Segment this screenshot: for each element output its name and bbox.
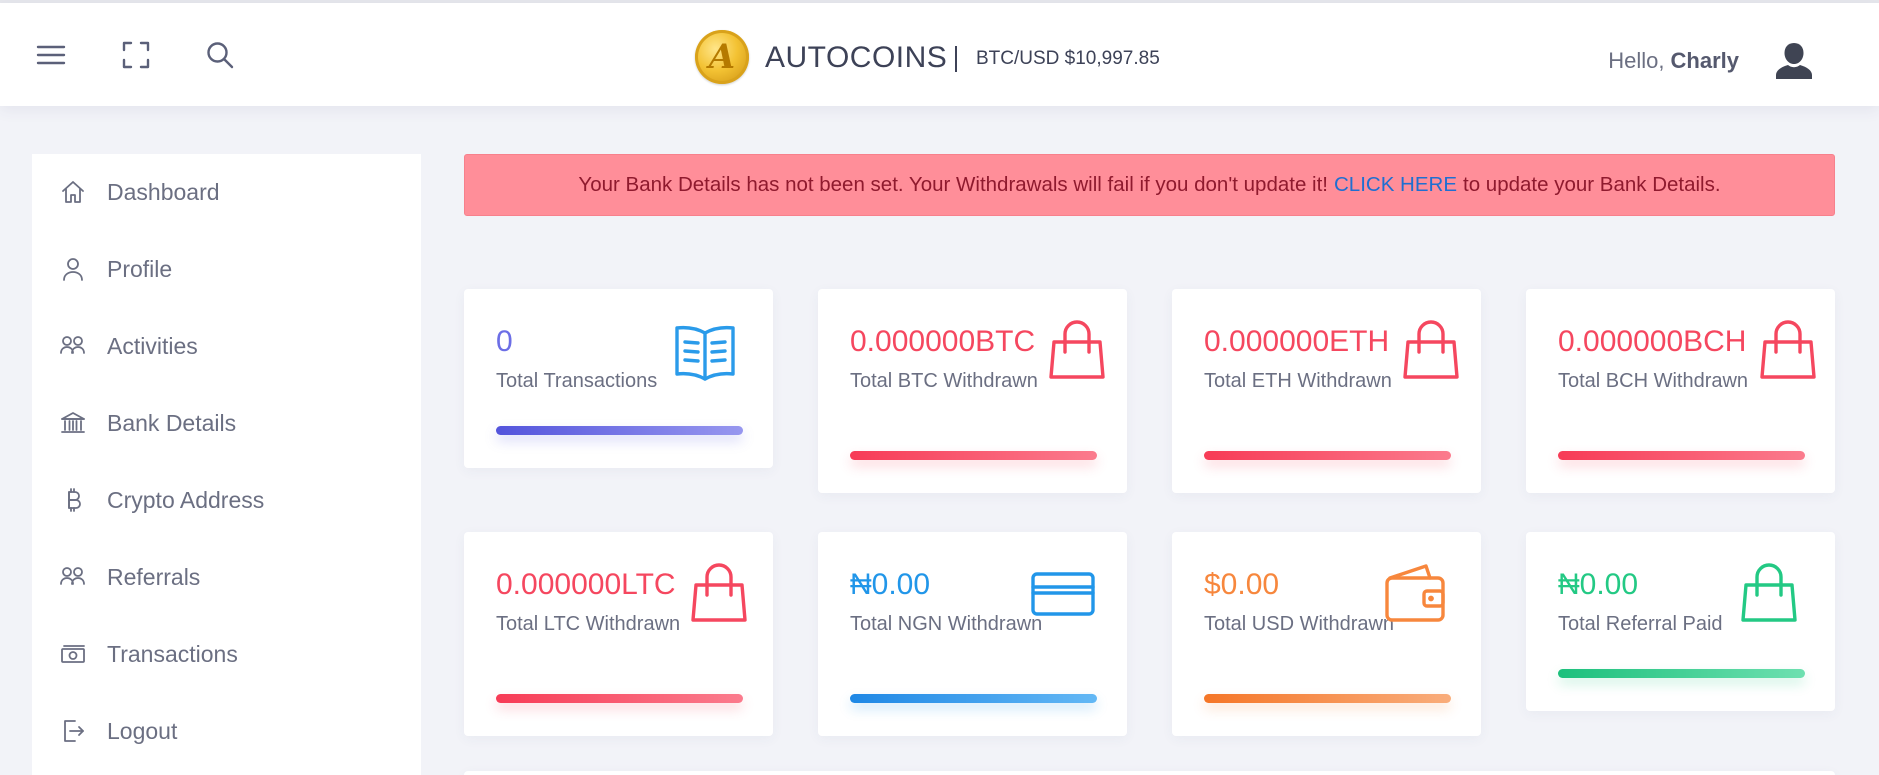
sidebar-item-label: Profile [107, 255, 173, 282]
sidebar-item-label: Referrals [107, 563, 201, 590]
brand-name: AUTOCOINS [765, 41, 948, 74]
shopping-bag-icon [1044, 317, 1110, 383]
users-icon [58, 331, 88, 361]
card-value: ₦0.00 [850, 568, 931, 601]
card-total-referral-paid: ₦0.00 Total Referral Paid [1526, 532, 1835, 711]
top-header: A AUTOCOINS BTC/USD $10,997.85 Hello, Cha… [0, 3, 1879, 106]
bitcoin-icon [58, 485, 88, 515]
sidebar-item-label: Bank Details [107, 409, 237, 436]
card-total-btc-withdrawn: 0.000000BTC Total BTC Withdrawn [818, 289, 1127, 493]
bank-icon [58, 408, 88, 438]
book-icon [672, 319, 738, 385]
greeting: Hello, Charly [1608, 48, 1739, 74]
card-total-eth-withdrawn: 0.000000ETH Total ETH Withdrawn [1172, 289, 1481, 493]
card-value: 0 [496, 325, 513, 358]
sidebar-item-bank-details[interactable]: Bank Details [32, 393, 421, 453]
card-progress-bar [496, 426, 743, 435]
card-progress-bar [1204, 694, 1451, 703]
card-total-usd-withdrawn: $0.00 Total USD Withdrawn [1172, 532, 1481, 736]
card-total-bch-withdrawn: 0.000000BCH Total BCH Withdrawn [1526, 289, 1835, 493]
credit-card-icon [1030, 562, 1096, 628]
sidebar-item-crypto-address[interactable]: Crypto Address [32, 470, 421, 530]
sidebar-item-label: Crypto Address [107, 486, 265, 513]
card-label: Total USD Withdrawn [1204, 613, 1395, 635]
user-icon [58, 254, 88, 284]
user-avatar-icon[interactable] [1772, 39, 1816, 83]
card-progress-bar [850, 451, 1097, 460]
card-total-ltc-withdrawn: 0.000000LTC Total LTC Withdrawn [464, 532, 773, 736]
card-value: 0.000000LTC [496, 568, 676, 601]
bank-details-alert: Your Bank Details has not been set. Your… [464, 154, 1835, 216]
fullscreen-icon[interactable] [116, 35, 156, 75]
home-icon [58, 177, 88, 207]
shopping-bag-icon [1736, 560, 1802, 626]
sidebar-item-dashboard[interactable]: Dashboard [32, 162, 421, 222]
card-progress-bar [496, 694, 743, 703]
brand-divider [955, 46, 957, 72]
card-label: Total BCH Withdrawn [1558, 370, 1749, 392]
card-total-ngn-withdrawn: ₦0.00 Total NGN Withdrawn [818, 532, 1127, 736]
card-progress-bar [1558, 669, 1805, 678]
sidebar: Dashboard Profile Activities Bank Detail… [32, 154, 421, 775]
greeting-text: Hello, [1608, 48, 1665, 73]
logout-icon [58, 716, 88, 746]
sidebar-item-label: Dashboard [107, 178, 220, 205]
card-label: Total ETH Withdrawn [1204, 370, 1392, 392]
card-label: Total LTC Withdrawn [496, 613, 681, 635]
menu-icon[interactable] [31, 35, 71, 75]
card-label: Total NGN Withdrawn [850, 613, 1043, 635]
card-progress-bar [1558, 451, 1805, 460]
card-value: 0.000000BCH [1558, 325, 1747, 358]
brand-logo: A [695, 30, 749, 84]
sidebar-item-logout[interactable]: Logout [32, 701, 421, 761]
card-value: 0.000000BTC [850, 325, 1036, 358]
shopping-bag-icon [686, 560, 752, 626]
alert-text-end: to update your Bank Details. [1463, 173, 1721, 196]
card-label: Total BTC Withdrawn [850, 370, 1038, 392]
sidebar-item-label: Transactions [107, 640, 238, 667]
sidebar-item-label: Logout [107, 717, 178, 744]
users-icon [58, 562, 88, 592]
card-progress-bar [1204, 451, 1451, 460]
card-value: 0.000000ETH [1204, 325, 1390, 358]
card-value: $0.00 [1204, 568, 1280, 601]
alert-text: Your Bank Details has not been set. Your… [578, 173, 1328, 196]
card-value: ₦0.00 [1558, 568, 1639, 601]
wallet-icon [1382, 560, 1448, 626]
sidebar-item-activities[interactable]: Activities [32, 316, 421, 376]
username: Charly [1670, 48, 1739, 73]
btc-rate: BTC/USD $10,997.85 [976, 48, 1160, 69]
card-total-transactions: 0 Total Transactions [464, 289, 773, 468]
alert-click-here-link[interactable]: CLICK HERE [1334, 173, 1457, 197]
sidebar-item-label: Activities [107, 332, 198, 359]
sidebar-item-transactions[interactable]: Transactions [32, 624, 421, 684]
card-label: Total Transactions [496, 370, 658, 392]
shopping-bag-icon [1755, 317, 1821, 383]
shopping-bag-icon [1398, 317, 1464, 383]
money-icon [58, 639, 88, 669]
next-row-card [464, 771, 1835, 775]
sidebar-item-referrals[interactable]: Referrals [32, 547, 421, 607]
card-progress-bar [850, 694, 1097, 703]
sidebar-item-profile[interactable]: Profile [32, 239, 421, 299]
search-icon[interactable] [200, 35, 240, 75]
